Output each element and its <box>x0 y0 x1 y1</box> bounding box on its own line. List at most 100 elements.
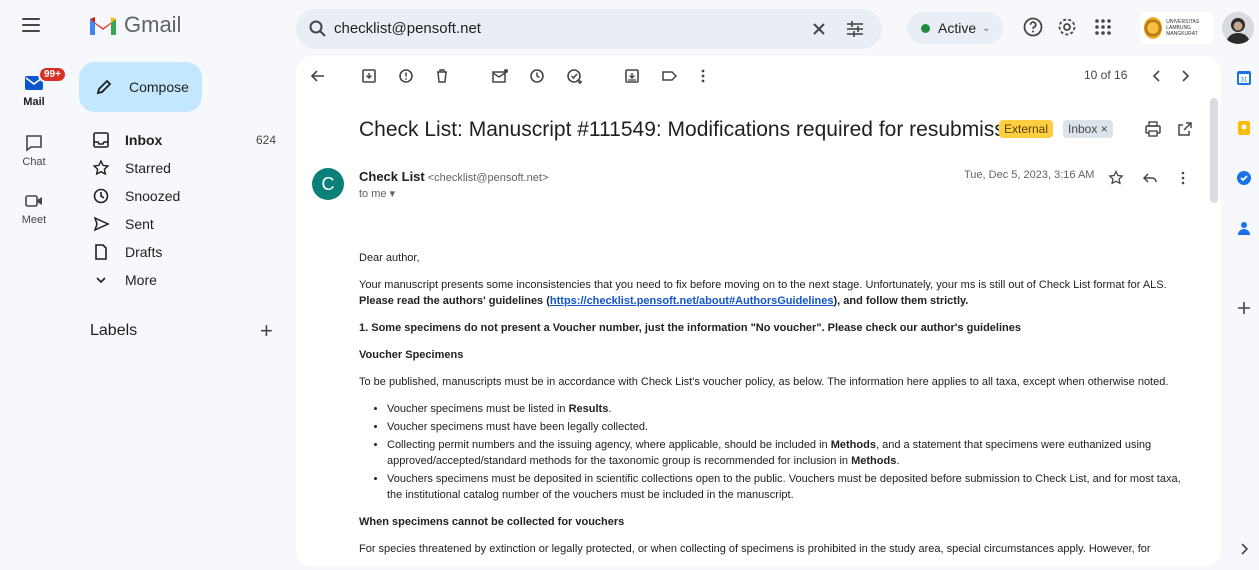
add-addon-icon[interactable] <box>1236 300 1252 316</box>
labels-heading: Labels <box>90 322 138 339</box>
chat-icon <box>26 135 42 152</box>
status-selector[interactable]: Active ⌄ <box>907 12 1003 44</box>
help-icon[interactable] <box>1022 16 1044 38</box>
app-name: Gmail <box>124 12 182 37</box>
sender-name-line: Check List <checklist@pensoft.net> <box>359 169 548 184</box>
rail-chat[interactable]: Chat <box>10 132 58 168</box>
message-panel: 10 of 16 Check List: Manuscript #111549:… <box>296 56 1221 566</box>
main-menu-button[interactable] <box>22 18 40 32</box>
active-status-dot <box>921 23 930 33</box>
clock-icon <box>93 188 109 204</box>
chevron-down-icon: ⌄ <box>982 22 991 34</box>
rail-meet[interactable]: Meet <box>10 190 58 226</box>
star-message-icon[interactable] <box>1107 169 1125 187</box>
search-icon[interactable] <box>308 19 328 39</box>
sidebar-item-label: More <box>125 272 157 288</box>
rail-mail[interactable]: 99+ Mail <box>10 66 67 108</box>
compose-label: Compose <box>129 79 189 95</box>
organization-name: UNIVERSITAS LAMBUNG MANGKURAT <box>1166 19 1200 37</box>
rail-meet-label: Meet <box>21 214 47 226</box>
organization-badge[interactable]: UNIVERSITAS LAMBUNG MANGKURAT <box>1140 12 1214 44</box>
video-camera-icon <box>25 195 42 207</box>
university-seal-icon <box>1144 17 1163 39</box>
account-avatar[interactable] <box>1222 12 1254 44</box>
apps-grid-icon[interactable] <box>1092 16 1114 38</box>
contacts-icon[interactable] <box>1236 220 1252 236</box>
message-date: Tue, Dec 5, 2023, 3:16 AM <box>964 169 1095 181</box>
sidebar-item-sent[interactable]: Sent <box>79 210 284 238</box>
move-to-icon[interactable] <box>623 67 641 85</box>
sidebar-item-inbox[interactable]: Inbox 624 <box>79 126 284 154</box>
send-icon <box>93 216 110 232</box>
search-options-icon[interactable] <box>845 19 865 39</box>
report-spam-icon[interactable] <box>397 67 415 85</box>
recipient-details-toggle[interactable]: to me ▾ <box>359 187 395 200</box>
guidelines-link[interactable]: https://checklist.pensoft.net/about#Auth… <box>550 295 834 307</box>
body-paragraph: For species threatened by extinction or … <box>359 543 1151 555</box>
external-label-chip: External <box>999 120 1054 138</box>
draft-file-icon <box>95 244 107 260</box>
add-task-icon[interactable] <box>566 67 584 85</box>
list-item: Collecting permit numbers and the issuin… <box>387 437 1189 469</box>
sidebar-item-label: Inbox <box>125 132 163 148</box>
list-item: Voucher specimens must be listed in Resu… <box>387 401 1189 417</box>
expand-side-panel-icon[interactable] <box>1236 541 1252 557</box>
star-icon <box>92 159 110 176</box>
sidebar-item-starred[interactable]: Starred <box>79 154 284 182</box>
clear-search-icon[interactable] <box>809 19 829 39</box>
snooze-clock-icon[interactable] <box>528 67 546 85</box>
rail-chat-label: Chat <box>22 156 46 168</box>
search-bar[interactable]: checklist@pensoft.net <box>296 9 882 49</box>
message-subject: Check List: Manuscript #111549: Modifica… <box>359 118 1033 141</box>
search-input[interactable]: checklist@pensoft.net <box>334 20 481 37</box>
settings-gear-icon[interactable] <box>1056 16 1078 38</box>
chevron-down-icon <box>96 277 106 284</box>
back-arrow-icon[interactable] <box>309 67 327 85</box>
profile-photo-icon <box>1222 12 1254 44</box>
sender-email: <checklist@pensoft.net> <box>427 172 549 184</box>
reply-icon[interactable] <box>1141 169 1159 187</box>
sidebar-item-label: Sent <box>125 216 154 232</box>
message-more-icon[interactable] <box>1174 169 1192 187</box>
calendar-icon[interactable]: 31 <box>1236 70 1252 86</box>
message-body: Dear author, Your manuscript presents so… <box>359 250 1189 566</box>
inbox-count: 624 <box>255 133 276 147</box>
sender-avatar[interactable]: C <box>312 168 344 200</box>
point-heading: 1. Some specimens do not present a Vouch… <box>359 322 1021 334</box>
print-icon[interactable] <box>1144 120 1162 138</box>
tasks-icon[interactable] <box>1236 170 1252 186</box>
body-paragraph: Your manuscript presents some inconsiste… <box>359 279 1167 307</box>
section-heading: When specimens cannot be collected for v… <box>359 516 625 528</box>
inbox-label-chip[interactable]: Inbox × <box>1063 120 1113 138</box>
sidebar-item-label: Drafts <box>125 244 163 260</box>
voucher-rules-list: Voucher specimens must be listed in Resu… <box>387 401 1189 503</box>
svg-text:31: 31 <box>1241 78 1248 84</box>
message-scrollbar[interactable] <box>1210 98 1218 203</box>
unread-badge: 99+ <box>38 66 67 83</box>
gmail-logo[interactable]: Gmail <box>88 12 181 38</box>
add-label-icon[interactable]: + <box>260 318 273 344</box>
sidebar-item-snoozed[interactable]: Snoozed <box>79 182 284 210</box>
compose-button[interactable]: Compose <box>79 62 202 112</box>
status-label: Active <box>938 20 977 36</box>
sidebar-item-label: Snoozed <box>125 188 181 204</box>
body-paragraph: To be published, manuscripts must be in … <box>359 376 1169 388</box>
sender-name[interactable]: Check List <box>359 169 425 184</box>
sidebar-item-drafts[interactable]: Drafts <box>79 238 284 266</box>
chevron-right-icon[interactable] <box>1176 67 1194 85</box>
sidebar-item-more[interactable]: More <box>79 266 284 294</box>
sidebar-item-label: Starred <box>125 160 171 176</box>
rail-mail-label: Mail <box>23 96 45 108</box>
greeting: Dear author, <box>359 252 420 264</box>
delete-icon[interactable] <box>433 67 451 85</box>
more-options-icon[interactable] <box>694 67 712 85</box>
label-tag-icon[interactable] <box>660 67 678 85</box>
section-heading: Voucher Specimens <box>359 349 464 361</box>
archive-icon[interactable] <box>360 67 378 85</box>
gmail-m-icon <box>90 17 116 35</box>
mark-unread-icon[interactable] <box>491 67 509 85</box>
keep-notes-icon[interactable] <box>1236 120 1252 136</box>
open-in-new-window-icon[interactable] <box>1176 120 1194 138</box>
pencil-icon <box>96 79 112 95</box>
chevron-left-icon[interactable] <box>1148 67 1166 85</box>
